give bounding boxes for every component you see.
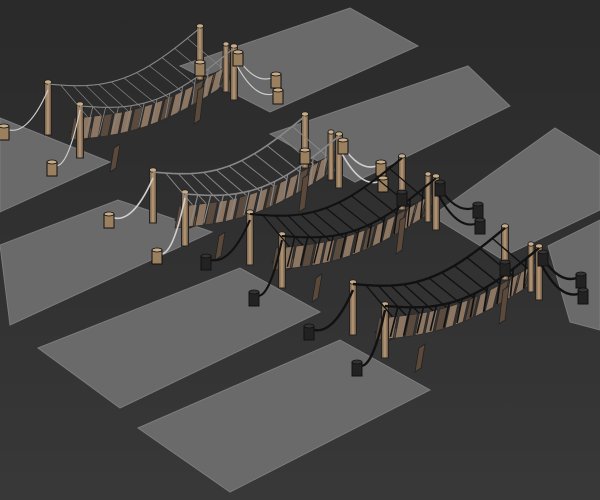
stump-cap xyxy=(434,179,446,185)
bridge-post xyxy=(149,169,157,224)
bridge-post xyxy=(246,211,254,266)
stump-cap xyxy=(396,189,408,195)
stump-cap xyxy=(375,159,387,165)
post-cap xyxy=(301,111,309,117)
stump-cap xyxy=(46,159,58,165)
bridge-post xyxy=(424,173,432,223)
stump-cap xyxy=(351,359,363,365)
post-cap xyxy=(222,41,230,47)
stump-cap xyxy=(232,49,244,55)
post-cap xyxy=(327,129,335,135)
bridge-post xyxy=(44,81,52,136)
post-cap xyxy=(424,171,432,177)
stump-cap xyxy=(272,87,284,93)
bridge-post xyxy=(527,243,535,293)
stump-cap xyxy=(499,259,511,265)
3d-viewport[interactable] xyxy=(0,0,600,500)
post-cap xyxy=(335,131,343,137)
post-cap xyxy=(527,241,535,247)
bridge-post xyxy=(222,43,230,93)
post-cap xyxy=(501,223,509,229)
stump-cap xyxy=(537,249,549,255)
stump-cap xyxy=(577,287,589,293)
stump-cap xyxy=(472,201,484,207)
post-cap xyxy=(535,243,543,249)
bridge-post xyxy=(349,281,357,336)
post-cap xyxy=(76,101,84,107)
stump-cap xyxy=(194,59,206,65)
stump-cap xyxy=(337,137,349,143)
stump-cap xyxy=(303,323,315,329)
stump-cap xyxy=(200,253,212,259)
stump-cap xyxy=(0,123,10,129)
post-cap xyxy=(44,79,52,85)
post-cap xyxy=(196,23,204,29)
stump-cap xyxy=(270,71,282,77)
post-cap xyxy=(432,173,440,179)
stump-cap xyxy=(248,289,260,295)
post-cap xyxy=(398,153,406,159)
stump-cap xyxy=(299,147,311,153)
stump-cap xyxy=(474,217,486,223)
post-cap xyxy=(230,43,238,49)
stump-cap xyxy=(103,211,115,217)
scene-canvas[interactable] xyxy=(0,0,600,500)
stump-cap xyxy=(575,271,587,277)
bridge-post xyxy=(327,131,335,181)
stump-cap xyxy=(151,247,163,253)
